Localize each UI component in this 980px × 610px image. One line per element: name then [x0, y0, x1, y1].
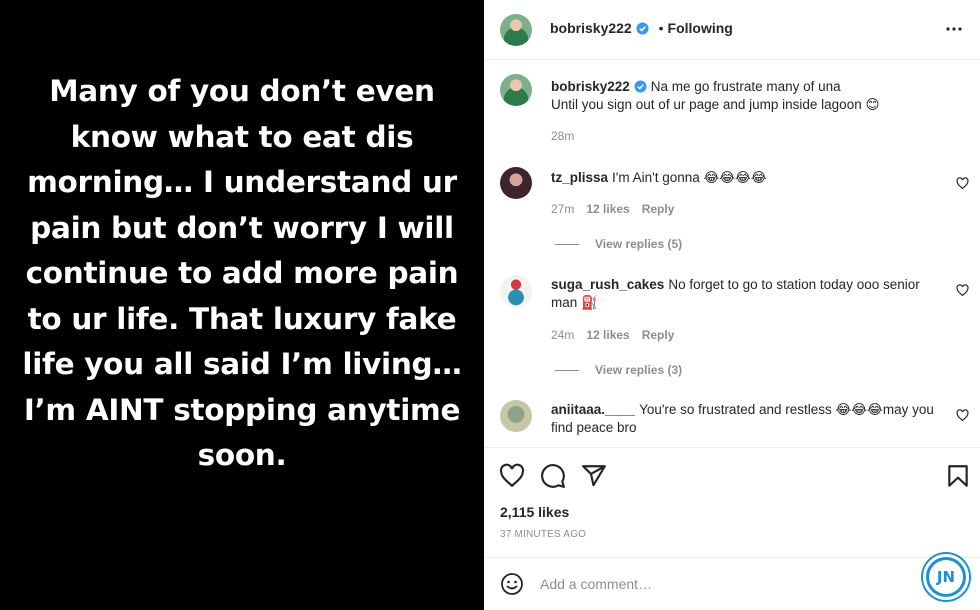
caption-time: 28m — [551, 129, 575, 143]
avatar[interactable] — [500, 167, 532, 199]
heart-icon[interactable] — [956, 284, 969, 297]
comment-meta: 24m 12 likes Reply — [551, 328, 686, 342]
watermark-text: JN — [929, 560, 963, 594]
heart-icon[interactable] — [956, 177, 969, 190]
reply-button[interactable]: Reply — [642, 202, 675, 216]
avatar[interactable] — [500, 74, 532, 106]
watermark-logo: JN — [923, 554, 969, 600]
verified-badge-icon — [634, 80, 647, 93]
comment-username[interactable]: tz_plissa — [551, 170, 608, 185]
comment-username[interactable]: aniitaaa.____ — [551, 402, 635, 417]
comment-text: aniitaaa.____ You're so frustrated and re… — [551, 401, 936, 437]
add-comment-bar — [484, 557, 980, 610]
caption-line-1: Na me go frustrate many of una — [650, 79, 841, 94]
likes-count[interactable]: 2,115 likes — [500, 504, 569, 520]
comment-text: tz_plissa I'm Ain't gonna 😂😂😂😂 — [551, 169, 936, 187]
comments-list[interactable]: bobrisky222 Na me go frustrate many of un… — [484, 61, 980, 447]
header-user: bobrisky222 • Following — [550, 20, 733, 36]
comment-input[interactable] — [540, 574, 900, 594]
more-horizontal-icon[interactable] — [945, 26, 963, 32]
comment-username[interactable]: suga_rush_cakes — [551, 277, 664, 292]
caption-username[interactable]: bobrisky222 — [551, 79, 630, 94]
comment-time: 27m — [551, 202, 575, 216]
view-replies-button[interactable]: View replies (3) — [555, 363, 682, 377]
avatar[interactable] — [500, 14, 532, 46]
caption-text: bobrisky222 Na me go frustrate many of un… — [551, 78, 936, 114]
post-media: Many of you don’t even know what to eat … — [0, 0, 484, 610]
following-button[interactable]: Following — [668, 20, 733, 36]
caption-line-2: Until you sign out of ur page and jump i… — [551, 97, 880, 112]
action-bar: 2,115 likes 37 MINUTES AGO — [484, 447, 980, 557]
avatar[interactable] — [500, 400, 532, 432]
post-timestamp: 37 MINUTES AGO — [500, 529, 587, 540]
heart-icon[interactable] — [956, 409, 969, 422]
avatar[interactable] — [500, 275, 532, 307]
view-replies-button[interactable]: View replies (5) — [555, 237, 682, 251]
comment-likes[interactable]: 12 likes — [586, 328, 629, 342]
smiley-icon[interactable] — [500, 572, 524, 596]
reply-button[interactable]: Reply — [642, 328, 675, 342]
header-separator: • — [658, 20, 664, 36]
heart-icon[interactable] — [499, 463, 525, 489]
story-text: Many of you don’t even know what to eat … — [22, 74, 462, 473]
header-username[interactable]: bobrisky222 — [550, 20, 632, 36]
comment-text: suga_rush_cakes No forget to go to statio… — [551, 276, 936, 312]
comment-body: I'm Ain't gonna 😂😂😂😂 — [612, 170, 767, 185]
bookmark-icon[interactable] — [945, 463, 971, 489]
comment-icon[interactable] — [540, 463, 566, 489]
verified-badge-icon — [636, 22, 649, 35]
post-header: bobrisky222 • Following — [484, 0, 980, 60]
comment-time: 24m — [551, 328, 575, 342]
share-icon[interactable] — [581, 463, 607, 489]
comment-likes[interactable]: 12 likes — [586, 202, 629, 216]
comments-panel: bobrisky222 • Following bobrisky222 Na me … — [484, 0, 980, 610]
comment-meta: 27m 12 likes Reply — [551, 202, 686, 216]
